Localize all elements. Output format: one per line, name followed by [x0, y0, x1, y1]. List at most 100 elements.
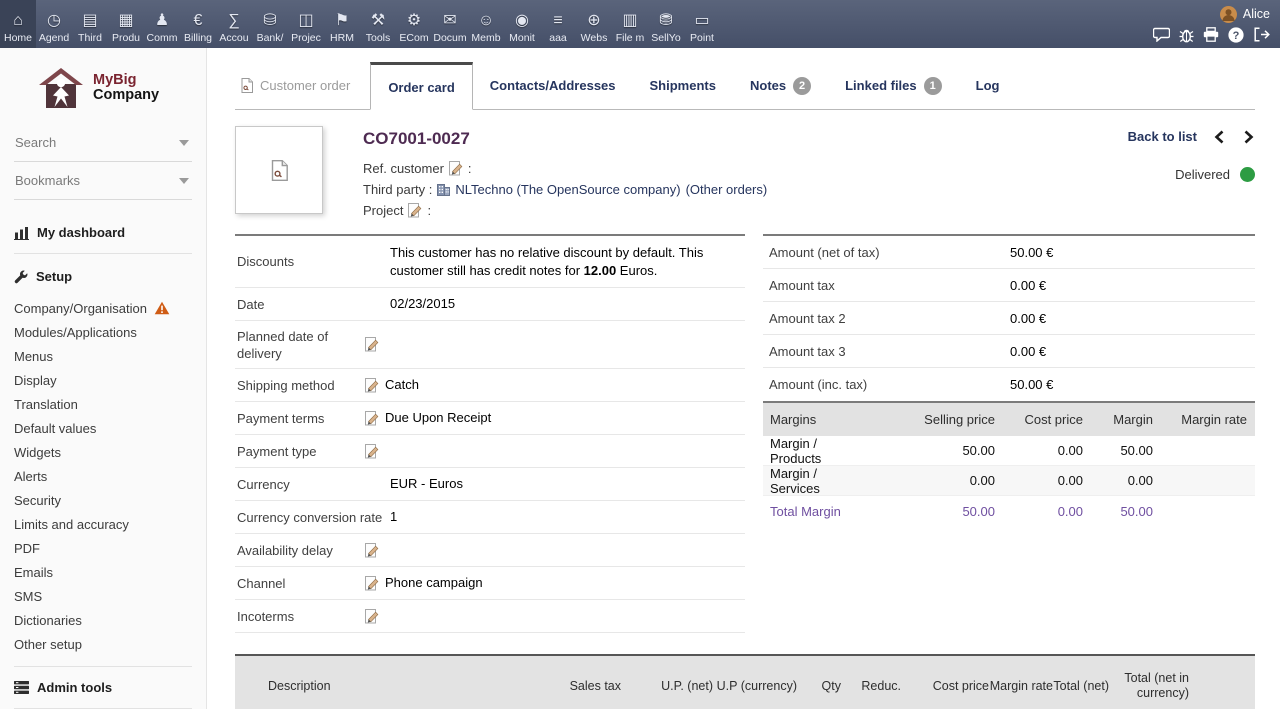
file-manager-icon: ▥: [622, 11, 637, 32]
previous-record-icon[interactable]: [1213, 130, 1226, 144]
sidebar-item-company-organisation[interactable]: Company/Organisation: [14, 296, 192, 320]
sidebar-item-menus[interactable]: Menus: [14, 344, 192, 368]
amount-tax2-row: Amount tax 20.00 €: [763, 302, 1255, 335]
next-record-icon[interactable]: [1242, 130, 1255, 144]
field-planned-delivery-date: Planned date of delivery: [235, 321, 745, 369]
back-to-list-link[interactable]: Back to list: [1128, 129, 1197, 144]
menu-bank[interactable]: ⛁Bank/: [252, 0, 288, 48]
bookmarks-dropdown[interactable]: Bookmarks: [14, 162, 192, 200]
edit-icon[interactable]: [365, 411, 379, 426]
amount-tax-row: Amount tax0.00 €: [763, 269, 1255, 302]
products-icon: ▦: [118, 11, 133, 32]
tab-linked-files[interactable]: Linked files1: [828, 62, 959, 109]
tab-log[interactable]: Log: [959, 62, 1017, 109]
wrench-icon: [14, 270, 28, 284]
company-logo-icon: [38, 66, 84, 110]
amounts-table: Amount (net of tax)50.00 € Amount tax0.0…: [763, 234, 1255, 403]
documents-icon: ✉: [443, 11, 456, 32]
menu-agenda[interactable]: ◷Agend: [36, 0, 72, 48]
tab-contacts-addresses[interactable]: Contacts/Addresses: [473, 62, 633, 109]
notes-count-badge: 2: [793, 77, 811, 95]
total-margin-row: Total Margin 50.00 0.00 50.00: [763, 496, 1255, 526]
tab-customer-order: Customer order: [235, 62, 370, 109]
menu-members[interactable]: ☺Memb: [468, 0, 504, 48]
tab-order-card[interactable]: Order card: [370, 62, 472, 110]
third-party-link[interactable]: NLTechno (The OpenSource company): [455, 182, 680, 197]
avatar: [1220, 6, 1237, 23]
menu-monitoring[interactable]: ◉Monit: [504, 0, 540, 48]
search-dropdown[interactable]: Search: [14, 124, 192, 162]
user-menu[interactable]: Alice: [1220, 6, 1270, 23]
sidebar-item-limits-accuracy[interactable]: Limits and accuracy: [14, 512, 192, 536]
search-label: Search: [15, 135, 56, 150]
sidebar-item-emails[interactable]: Emails: [14, 560, 192, 584]
sidebar-section-setup[interactable]: Setup: [14, 254, 192, 290]
menu-ecommerce[interactable]: ⚙ECom: [396, 0, 432, 48]
other-orders-link[interactable]: (Other orders): [686, 182, 768, 197]
monitoring-icon: ◉: [515, 11, 529, 32]
menu-documents[interactable]: ✉Docum: [432, 0, 468, 48]
edit-icon[interactable]: [408, 203, 422, 218]
edit-icon[interactable]: [365, 378, 379, 393]
margin-services-row: Margin / Services 0.00 0.00 0.00: [763, 466, 1255, 496]
edit-icon[interactable]: [449, 161, 463, 176]
sidebar-item-modules-applications[interactable]: Modules/Applications: [14, 320, 192, 344]
menu-aaa[interactable]: ≡aaa: [540, 0, 576, 48]
menu-home[interactable]: ⌂Home: [0, 0, 36, 48]
menu-hrm[interactable]: ⚑HRM: [324, 0, 360, 48]
sidebar-item-alerts[interactable]: Alerts: [14, 464, 192, 488]
bug-icon[interactable]: [1179, 27, 1194, 43]
field-date: Date 02/23/2015: [235, 288, 745, 321]
sidebar-item-sms[interactable]: SMS: [14, 584, 192, 608]
website-icon: ⊕: [587, 11, 600, 32]
menu-sellyoursaas[interactable]: ⛃SellYo: [648, 0, 684, 48]
field-payment-type: Payment type: [235, 435, 745, 468]
edit-icon[interactable]: [365, 337, 379, 352]
sidebar-item-translation[interactable]: Translation: [14, 392, 192, 416]
edit-icon[interactable]: [365, 543, 379, 558]
tab-shipments[interactable]: Shipments: [633, 62, 733, 109]
menu-file-manager[interactable]: ▥File m: [612, 0, 648, 48]
ecommerce-icon: ⚙: [407, 11, 421, 32]
sidebar-item-dictionaries[interactable]: Dictionaries: [14, 608, 192, 632]
chat-icon[interactable]: [1153, 27, 1170, 42]
sidebar-item-security[interactable]: Security: [14, 488, 192, 512]
menu-point-of-sale[interactable]: ▭Point: [684, 0, 720, 48]
document-preview-thumbnail[interactable]: [235, 126, 323, 214]
discounts-value: This customer has no relative discount b…: [385, 244, 745, 280]
tab-notes[interactable]: Notes2: [733, 62, 828, 109]
ref-customer-line: Ref. customer :: [363, 158, 767, 179]
total-margin-link[interactable]: Total Margin: [763, 504, 867, 519]
menu-projects[interactable]: ◫Projec: [288, 0, 324, 48]
logout-icon[interactable]: [1253, 27, 1270, 42]
sidebar-item-dashboard[interactable]: My dashboard: [14, 210, 192, 254]
billing-icon: €: [194, 11, 203, 32]
amount-inc-tax-row: Amount (inc. tax)50.00 €: [763, 368, 1255, 401]
menu-tools[interactable]: ⚒Tools: [360, 0, 396, 48]
menu-commercial[interactable]: ♟Comm: [144, 0, 180, 48]
edit-icon[interactable]: [365, 609, 379, 624]
sidebar-section-admin-tools[interactable]: Admin tools: [14, 667, 192, 709]
amount-tax3-row: Amount tax 30.00 €: [763, 335, 1255, 368]
sidebar-item-display[interactable]: Display: [14, 368, 192, 392]
menu-products[interactable]: ▦Produ: [108, 0, 144, 48]
point-of-sale-icon: ▭: [694, 11, 709, 32]
sidebar-item-other-setup[interactable]: Other setup: [14, 632, 192, 656]
menu-website[interactable]: ⊕Webs: [576, 0, 612, 48]
edit-icon[interactable]: [365, 576, 379, 591]
menu-accountancy[interactable]: ∑Accou: [216, 0, 252, 48]
aaa-icon: ≡: [553, 11, 562, 32]
order-lines-header: Description Sales tax U.P. (net) U.P (cu…: [235, 654, 1255, 709]
sidebar-item-default-values[interactable]: Default values: [14, 416, 192, 440]
company-logo[interactable]: MyBig Company: [0, 58, 206, 116]
help-icon[interactable]: ?: [1228, 27, 1244, 43]
edit-icon[interactable]: [365, 444, 379, 459]
status-label: Delivered: [1175, 167, 1230, 182]
sidebar-item-widgets[interactable]: Widgets: [14, 440, 192, 464]
menu-billing[interactable]: €Billing: [180, 0, 216, 48]
menu-third-parties[interactable]: ▤Third: [72, 0, 108, 48]
field-payment-terms: Payment terms Due Upon Receipt: [235, 402, 745, 435]
printer-icon[interactable]: [1203, 27, 1219, 42]
sidebar-item-pdf[interactable]: PDF: [14, 536, 192, 560]
margins-table: Margins Selling price Cost price Margin …: [763, 403, 1255, 526]
